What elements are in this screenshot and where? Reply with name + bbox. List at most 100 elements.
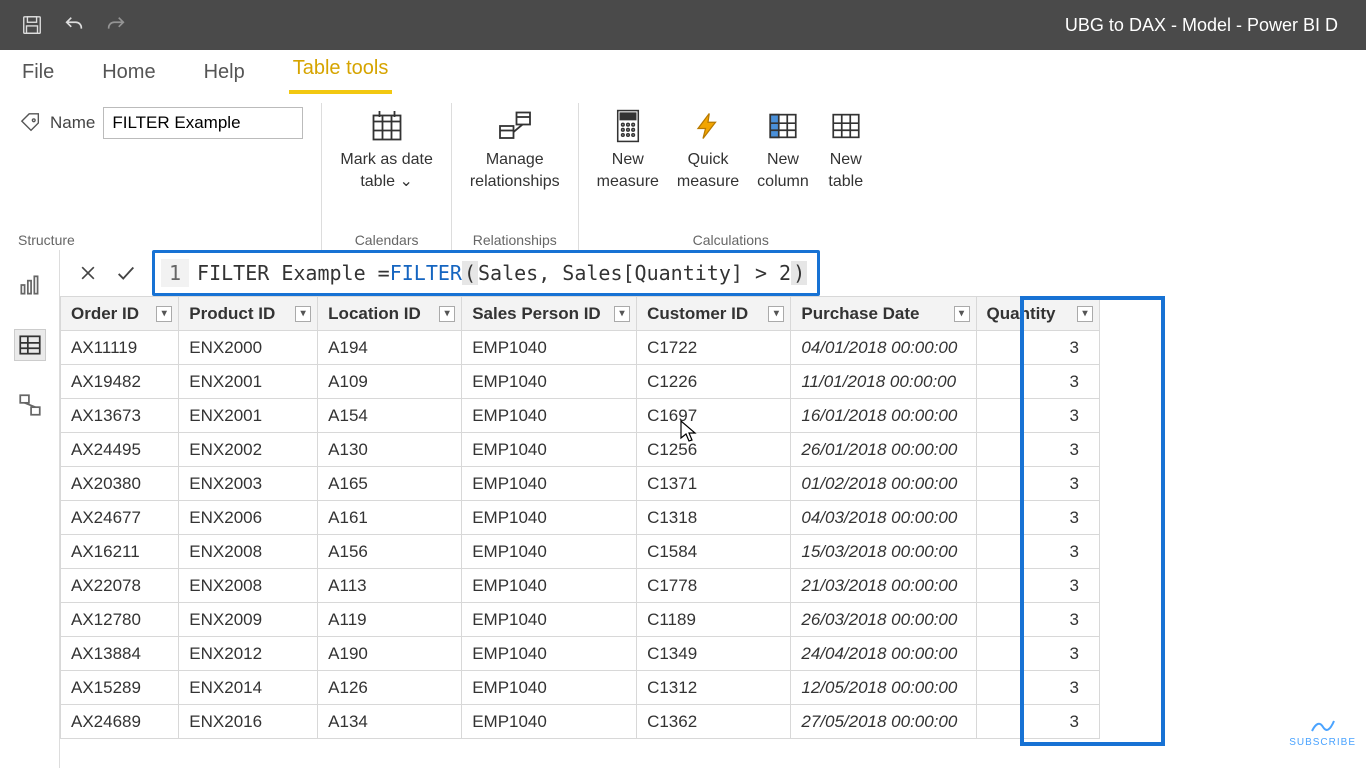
filter-dropdown-icon[interactable]: ▾ — [295, 306, 311, 322]
commit-formula-icon[interactable] — [114, 261, 138, 285]
cell[interactable]: C1226 — [637, 365, 791, 399]
cell[interactable]: 04/01/2018 00:00:00 — [791, 331, 976, 365]
cell[interactable]: 3 — [976, 637, 1099, 671]
cell[interactable]: ENX2012 — [179, 637, 318, 671]
cell[interactable]: 3 — [976, 671, 1099, 705]
table-row[interactable]: AX15289ENX2014A126EMP1040C131212/05/2018… — [61, 671, 1100, 705]
cell[interactable]: 26/01/2018 00:00:00 — [791, 433, 976, 467]
new-measure-button[interactable]: New measure — [597, 103, 659, 192]
cell[interactable]: A156 — [318, 535, 462, 569]
new-column-button[interactable]: New column — [757, 103, 809, 192]
cell[interactable]: 24/04/2018 00:00:00 — [791, 637, 976, 671]
cell[interactable]: EMP1040 — [462, 603, 637, 637]
cell[interactable]: 27/05/2018 00:00:00 — [791, 705, 976, 739]
cell[interactable]: 3 — [976, 569, 1099, 603]
cell[interactable]: AX13673 — [61, 399, 179, 433]
cell[interactable]: ENX2009 — [179, 603, 318, 637]
cell[interactable]: A109 — [318, 365, 462, 399]
cell[interactable]: 3 — [976, 399, 1099, 433]
cell[interactable]: A119 — [318, 603, 462, 637]
column-header[interactable]: Purchase Date▾ — [791, 297, 976, 331]
cell[interactable]: AX13884 — [61, 637, 179, 671]
menu-help[interactable]: Help — [200, 53, 249, 94]
cell[interactable]: EMP1040 — [462, 535, 637, 569]
cell[interactable]: AX24677 — [61, 501, 179, 535]
cell[interactable]: 3 — [976, 467, 1099, 501]
filter-dropdown-icon[interactable]: ▾ — [954, 306, 970, 322]
cell[interactable]: A130 — [318, 433, 462, 467]
model-view-icon[interactable] — [15, 390, 45, 420]
cell[interactable]: C1189 — [637, 603, 791, 637]
cell[interactable]: A194 — [318, 331, 462, 365]
cell[interactable]: AX22078 — [61, 569, 179, 603]
cancel-formula-icon[interactable] — [76, 261, 100, 285]
filter-dropdown-icon[interactable]: ▾ — [439, 306, 455, 322]
cell[interactable]: EMP1040 — [462, 671, 637, 705]
filter-dropdown-icon[interactable]: ▾ — [614, 306, 630, 322]
column-header[interactable]: Product ID▾ — [179, 297, 318, 331]
cell[interactable]: AX20380 — [61, 467, 179, 501]
cell[interactable]: A165 — [318, 467, 462, 501]
column-header[interactable]: Sales Person ID▾ — [462, 297, 637, 331]
redo-icon[interactable] — [104, 13, 128, 37]
cell[interactable]: 26/03/2018 00:00:00 — [791, 603, 976, 637]
cell[interactable]: A161 — [318, 501, 462, 535]
cell[interactable]: 15/03/2018 00:00:00 — [791, 535, 976, 569]
cell[interactable]: 3 — [976, 501, 1099, 535]
cell[interactable]: ENX2001 — [179, 399, 318, 433]
cell[interactable]: 16/01/2018 00:00:00 — [791, 399, 976, 433]
cell[interactable]: ENX2006 — [179, 501, 318, 535]
cell[interactable]: ENX2014 — [179, 671, 318, 705]
undo-icon[interactable] — [62, 13, 86, 37]
cell[interactable]: A190 — [318, 637, 462, 671]
table-row[interactable]: AX13673ENX2001A154EMP1040C169716/01/2018… — [61, 399, 1100, 433]
cell[interactable]: C1362 — [637, 705, 791, 739]
cell[interactable]: 3 — [976, 365, 1099, 399]
cell[interactable]: C1778 — [637, 569, 791, 603]
cell[interactable]: A126 — [318, 671, 462, 705]
cell[interactable]: C1312 — [637, 671, 791, 705]
cell[interactable]: 12/05/2018 00:00:00 — [791, 671, 976, 705]
table-row[interactable]: AX24677ENX2006A161EMP1040C131804/03/2018… — [61, 501, 1100, 535]
filter-dropdown-icon[interactable]: ▾ — [768, 306, 784, 322]
cell[interactable]: EMP1040 — [462, 433, 637, 467]
cell[interactable]: A134 — [318, 705, 462, 739]
table-row[interactable]: AX24495ENX2002A130EMP1040C125626/01/2018… — [61, 433, 1100, 467]
cell[interactable]: AX12780 — [61, 603, 179, 637]
cell[interactable]: 3 — [976, 705, 1099, 739]
table-row[interactable]: AX13884ENX2012A190EMP1040C134924/04/2018… — [61, 637, 1100, 671]
cell[interactable]: ENX2008 — [179, 535, 318, 569]
cell[interactable]: EMP1040 — [462, 331, 637, 365]
cell[interactable]: C1256 — [637, 433, 791, 467]
cell[interactable]: AX11119 — [61, 331, 179, 365]
cell[interactable]: C1318 — [637, 501, 791, 535]
quick-measure-button[interactable]: Quick measure — [677, 103, 739, 192]
report-view-icon[interactable] — [15, 270, 45, 300]
mark-as-date-table-button[interactable]: Mark as date table ⌄ — [340, 103, 432, 192]
cell[interactable]: ENX2008 — [179, 569, 318, 603]
cell[interactable]: C1584 — [637, 535, 791, 569]
cell[interactable]: A154 — [318, 399, 462, 433]
cell[interactable]: EMP1040 — [462, 569, 637, 603]
cell[interactable]: AX16211 — [61, 535, 179, 569]
column-header[interactable]: Order ID▾ — [61, 297, 179, 331]
cell[interactable]: 21/03/2018 00:00:00 — [791, 569, 976, 603]
cell[interactable]: EMP1040 — [462, 501, 637, 535]
menu-home[interactable]: Home — [98, 53, 159, 94]
cell[interactable]: ENX2003 — [179, 467, 318, 501]
cell[interactable]: EMP1040 — [462, 467, 637, 501]
filter-dropdown-icon[interactable]: ▾ — [1077, 306, 1093, 322]
cell[interactable]: ENX2016 — [179, 705, 318, 739]
cell[interactable]: AX24689 — [61, 705, 179, 739]
cell[interactable]: ENX2000 — [179, 331, 318, 365]
cell[interactable]: 3 — [976, 535, 1099, 569]
filter-dropdown-icon[interactable]: ▾ — [156, 306, 172, 322]
table-name-input[interactable] — [103, 107, 303, 139]
cell[interactable]: ENX2002 — [179, 433, 318, 467]
new-table-button[interactable]: New table — [827, 103, 865, 192]
table-row[interactable]: AX11119ENX2000A194EMP1040C172204/01/2018… — [61, 331, 1100, 365]
table-row[interactable]: AX20380ENX2003A165EMP1040C137101/02/2018… — [61, 467, 1100, 501]
cell[interactable]: 01/02/2018 00:00:00 — [791, 467, 976, 501]
cell[interactable]: 3 — [976, 331, 1099, 365]
table-row[interactable]: AX22078ENX2008A113EMP1040C177821/03/2018… — [61, 569, 1100, 603]
